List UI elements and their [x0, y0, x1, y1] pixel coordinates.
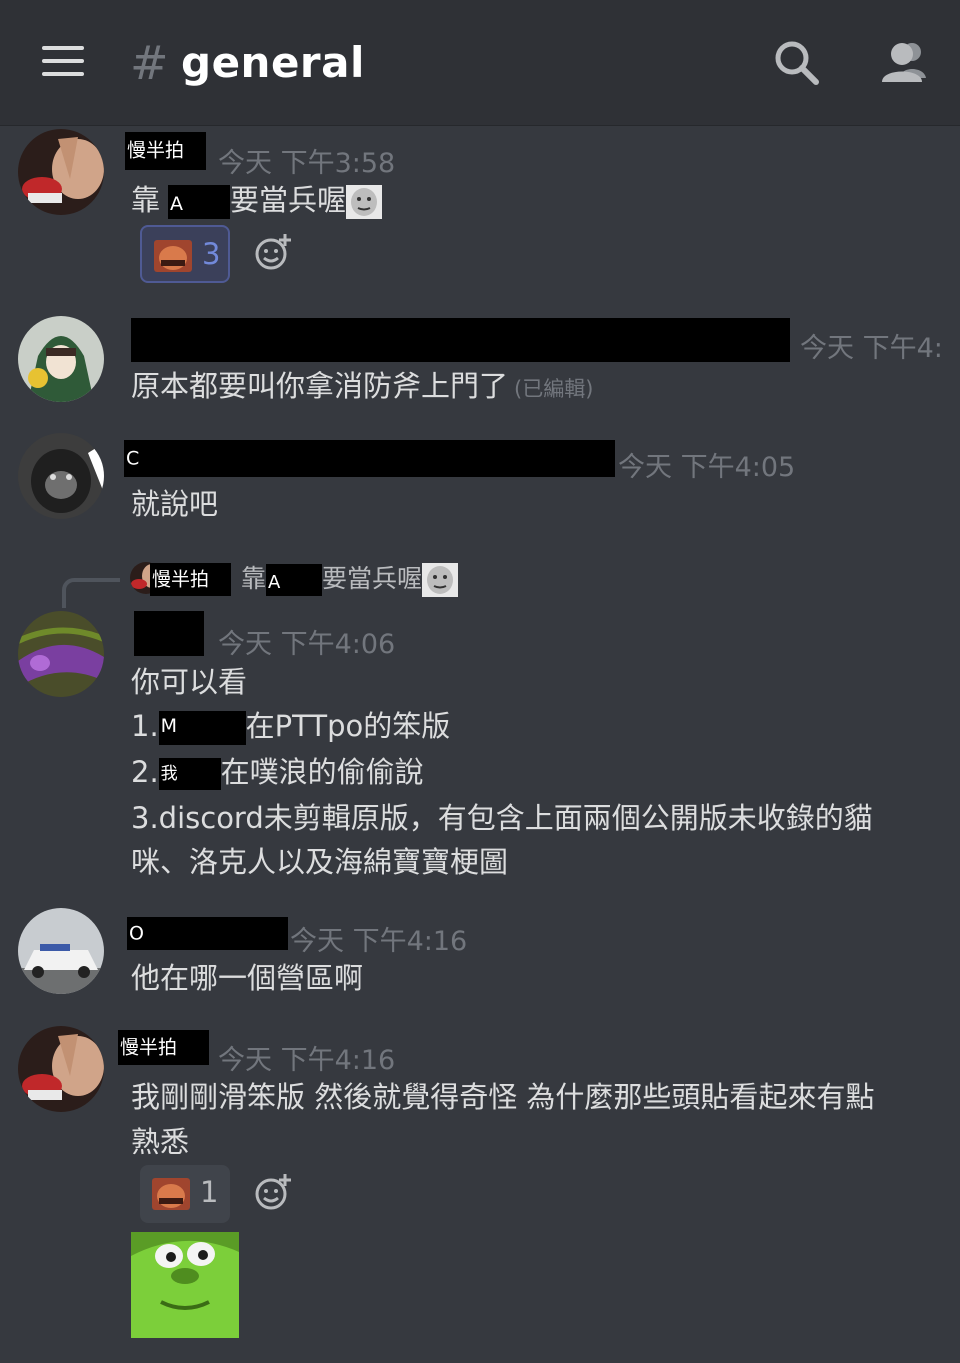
message-line: 咪、洛克人以及海綿寶寶梗圖: [131, 845, 509, 879]
reaction-button[interactable]: 1: [140, 1165, 230, 1223]
redacted-text: A: [268, 572, 281, 593]
face-emote-icon: [422, 563, 459, 597]
avatar[interactable]: [18, 611, 104, 697]
avatar[interactable]: [18, 316, 104, 402]
add-reaction-icon[interactable]: [253, 232, 293, 272]
meme-emote-icon: [154, 240, 192, 272]
author-name[interactable]: 慢半拍: [125, 132, 206, 170]
redacted-text: 我: [160, 764, 178, 784]
author-name[interactable]: C: [124, 440, 615, 477]
add-reaction-icon[interactable]: [253, 1172, 293, 1212]
author-name[interactable]: 慢半拍: [118, 1030, 209, 1065]
reply-author-name[interactable]: 慢半拍: [150, 563, 231, 596]
timestamp: 今天 下午4:(: [800, 333, 942, 364]
message-text: 靠 A 要當兵喔: [131, 183, 383, 219]
timestamp: 今天 下午4:05: [618, 452, 796, 483]
avatar[interactable]: [18, 129, 104, 215]
reaction-button[interactable]: 3: [140, 225, 230, 283]
avatar[interactable]: [18, 433, 104, 519]
message-line: 你可以看: [131, 665, 248, 699]
channel-hash-icon: #: [130, 36, 169, 90]
message-line: 我剛剛滑笨版 然後就覺得奇怪 為什麼那些頭貼看起來有點: [131, 1080, 875, 1114]
message-line: 熟悉: [131, 1125, 190, 1159]
message-text: 他在哪一個營區啊: [131, 961, 364, 995]
redacted-text: A: [170, 193, 184, 215]
timestamp: 今天 下午3:58: [218, 148, 396, 179]
edited-label: (已編輯): [514, 377, 594, 401]
message-line: 1. M 在PTTpo的笨版: [131, 709, 451, 745]
reaction-count: 1: [200, 1175, 219, 1209]
redacted-text: M: [160, 715, 178, 737]
avatar[interactable]: [18, 1026, 104, 1112]
sticker-image[interactable]: [131, 1232, 239, 1338]
author-name[interactable]: [134, 611, 204, 656]
message-line: 2. 我在噗浪的偷偷說: [131, 755, 424, 790]
reaction-count: 3: [202, 237, 221, 271]
author-name[interactable]: O: [127, 917, 288, 950]
reply-preview[interactable]: 靠 A 要當兵喔: [241, 563, 459, 597]
channel-header: # general: [0, 0, 960, 126]
face-emote-icon: [346, 185, 383, 219]
timestamp: 今天 下午4:16: [290, 926, 468, 957]
meme-emote-icon: [152, 1178, 190, 1210]
message-text: 就說吧: [131, 487, 219, 521]
author-name[interactable]: [131, 318, 790, 362]
timestamp: 今天 下午4:06: [218, 629, 396, 660]
channel-name: general: [181, 38, 365, 87]
message-line: 3.discord未剪輯原版，有包含上面兩個公開版未收錄的貓: [131, 801, 873, 835]
search-icon[interactable]: [772, 38, 824, 90]
message-text: 原本都要叫你拿消防斧上門了 (已編輯): [131, 369, 594, 403]
members-icon[interactable]: [878, 38, 930, 90]
menu-icon[interactable]: [42, 46, 86, 80]
reply-connector: [62, 578, 120, 608]
timestamp: 今天 下午4:16: [218, 1045, 396, 1076]
avatar[interactable]: [18, 908, 104, 994]
